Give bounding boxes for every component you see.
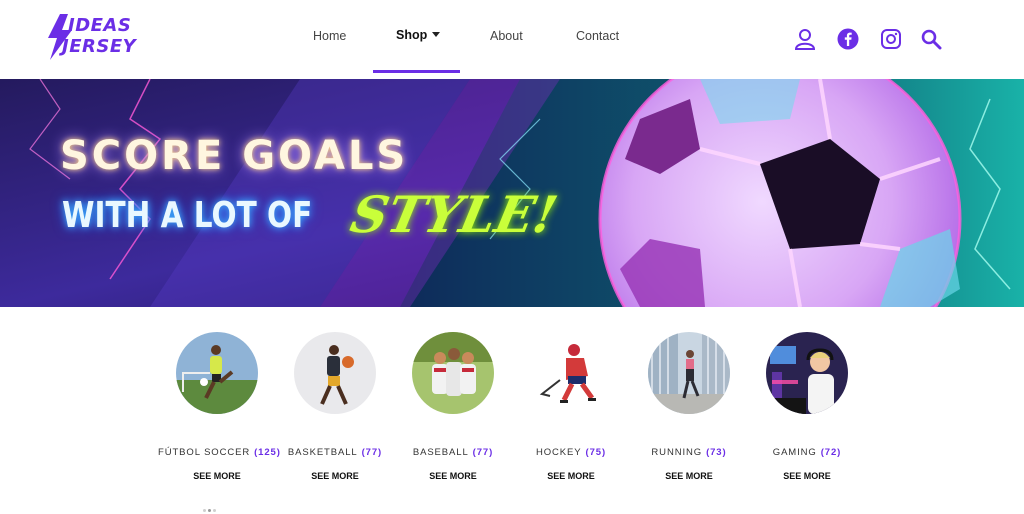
carousel-dot[interactable] <box>203 509 206 512</box>
baseball-team-image[interactable] <box>412 332 494 414</box>
see-more-link[interactable]: SEE MORE <box>394 471 512 481</box>
hockey-player-image[interactable] <box>530 332 612 414</box>
category-name: GAMING <box>772 447 817 458</box>
category-name: HOCKEY <box>535 447 582 458</box>
category-list: FÚTBOL SOCCER (125) SEE MORE BASKETBALL (7… <box>0 330 1024 490</box>
nav-shop[interactable]: Shop <box>396 28 441 42</box>
banner-highlight-word: STYLE! <box>345 185 563 244</box>
category-item-running[interactable]: RUNNING (73) SEE MORE <box>630 330 748 490</box>
see-more-link[interactable]: SEE MORE <box>276 471 394 481</box>
see-more-link[interactable]: SEE MORE <box>748 471 866 481</box>
nav-home[interactable]: Home <box>313 29 346 43</box>
category-label[interactable]: GAMING (72) <box>748 447 866 458</box>
runner-image[interactable] <box>648 332 730 414</box>
category-name: RUNNING <box>651 447 703 458</box>
category-item-gaming[interactable]: GAMING (72) SEE MORE <box>748 330 866 490</box>
category-count: (77) <box>361 447 383 458</box>
category-item-hockey[interactable]: HOCKEY (75) SEE MORE <box>512 330 630 490</box>
gamer-image[interactable] <box>766 332 848 414</box>
basketball-player-image[interactable] <box>294 332 376 414</box>
category-count: (73) <box>706 447 727 458</box>
see-more-link[interactable]: SEE MORE <box>630 471 748 481</box>
banner-subheadline: WITH A LOT OF <box>62 195 313 236</box>
category-label[interactable]: BASEBALL (77) <box>394 447 512 458</box>
category-name: BASKETBALL <box>287 447 358 458</box>
category-item-baseball[interactable]: BASEBALL (77) SEE MORE <box>394 330 512 490</box>
site-header: IDEAS JERSEY Home Shop About Contact <box>0 0 1024 78</box>
chevron-down-icon <box>432 32 441 38</box>
category-count: (77) <box>472 447 494 458</box>
category-count: (72) <box>820 447 842 458</box>
category-count: (75) <box>585 447 607 458</box>
facebook-icon[interactable] <box>837 28 859 50</box>
category-name: BASEBALL <box>412 447 469 458</box>
banner-headline: SCORE GOALS <box>60 133 409 179</box>
logo-word-jersey: JERSEY <box>62 36 137 57</box>
category-item-basketball[interactable]: BASKETBALL (77) SEE MORE <box>276 330 394 490</box>
search-icon[interactable] <box>920 28 942 50</box>
nav-about[interactable]: About <box>490 29 523 43</box>
category-label[interactable]: FÚTBOL SOCCER (125) <box>158 447 280 458</box>
category-name: FÚTBOL SOCCER <box>158 447 251 458</box>
see-more-link[interactable]: SEE MORE <box>512 471 630 481</box>
nav-contact[interactable]: Contact <box>576 29 619 43</box>
soccer-player-image[interactable] <box>176 332 258 414</box>
active-nav-indicator <box>373 70 460 73</box>
category-label[interactable]: BASKETBALL (77) <box>276 447 394 458</box>
carousel-dot-active[interactable] <box>208 509 211 512</box>
nav-shop-label: Shop <box>396 28 428 42</box>
category-item-soccer[interactable]: FÚTBOL SOCCER (125) SEE MORE <box>158 330 280 490</box>
instagram-icon[interactable] <box>880 28 902 50</box>
logo-word-ideas: IDEAS <box>68 15 132 36</box>
category-label[interactable]: HOCKEY (75) <box>512 447 630 458</box>
carousel-dots <box>203 509 217 513</box>
see-more-link[interactable]: SEE MORE <box>158 471 276 481</box>
carousel-dot[interactable] <box>213 509 216 512</box>
hero-banner[interactable]: SCORE GOALS WITH A LOT OF STYLE! <box>0 79 1024 307</box>
ideas-jersey-logo[interactable]: IDEAS JERSEY <box>46 14 176 60</box>
category-label[interactable]: RUNNING (73) <box>630 447 748 458</box>
user-icon[interactable] <box>794 28 816 50</box>
